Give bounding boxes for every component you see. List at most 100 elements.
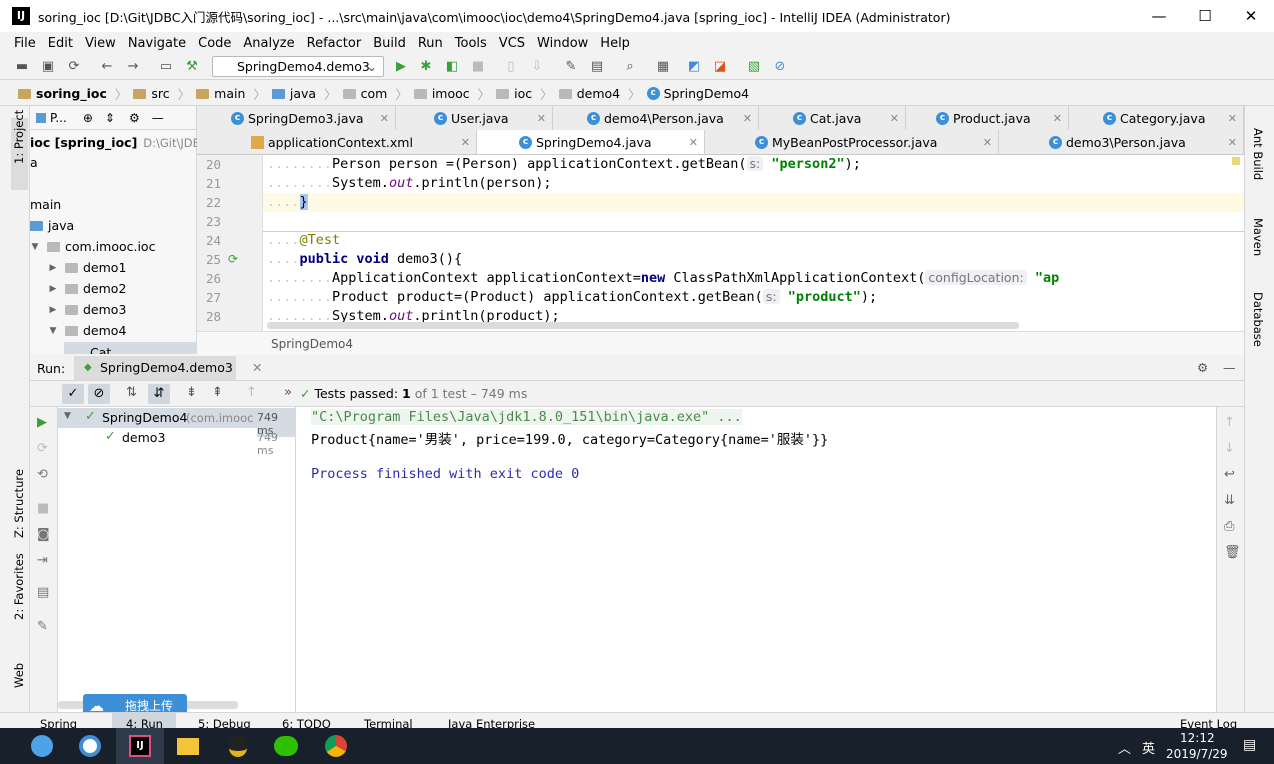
- code-editor[interactable]: 20 21 22 23 24 25 26 27 28 ⟳ ........Per…: [197, 155, 1244, 331]
- print-icon[interactable]: ⎙: [1224, 519, 1234, 534]
- chevron-right-icon[interactable]: ▶: [48, 305, 58, 315]
- intellij-taskbar-icon[interactable]: IJ: [116, 728, 164, 764]
- scroll-to-end-icon[interactable]: ⇊: [1224, 493, 1235, 508]
- download-icon[interactable]: ⇩: [529, 58, 545, 74]
- close-icon[interactable]: ✕: [1228, 136, 1237, 149]
- menu-file[interactable]: File: [14, 36, 36, 51]
- expand-all-icon[interactable]: ⇟: [186, 385, 197, 400]
- task-icon[interactable]: ▦: [655, 58, 671, 74]
- gear-icon[interactable]: ⚙: [1197, 360, 1208, 375]
- baidu-netdisk-icon[interactable]: [66, 728, 114, 764]
- menu-refactor[interactable]: Refactor: [307, 36, 362, 51]
- tool-terminal-tab[interactable]: Terminal: [364, 717, 413, 728]
- previous-icon[interactable]: ↑: [246, 385, 257, 400]
- down-arrow-icon[interactable]: ↓: [1224, 441, 1235, 456]
- tab-demo3-person[interactable]: c demo3\Person.java ✕: [999, 130, 1244, 154]
- attach-icon[interactable]: ▯: [503, 58, 519, 74]
- menu-help[interactable]: Help: [600, 36, 630, 51]
- tab-category[interactable]: c Category.java ✕: [1069, 106, 1244, 130]
- soft-wrap-icon[interactable]: ↩: [1224, 467, 1235, 482]
- close-icon[interactable]: ✕: [1053, 112, 1062, 125]
- crumb-ioc[interactable]: ioc: [496, 86, 532, 101]
- close-icon[interactable]: ✕: [537, 112, 546, 125]
- tree-row-package[interactable]: ▼ com.imooc.ioc: [30, 236, 156, 257]
- ime-indicator[interactable]: 英: [1142, 738, 1155, 757]
- tool-database-tab[interactable]: Database: [1251, 292, 1265, 347]
- activity-monitor-icon[interactable]: ▧: [746, 58, 762, 74]
- minimize-button[interactable]: —: [1136, 0, 1182, 32]
- debug-bug-icon[interactable]: ✱: [418, 58, 434, 74]
- tool-java-enterprise-tab[interactable]: Java Enterprise: [448, 717, 535, 728]
- tool-project-tab[interactable]: 1: Project: [12, 110, 26, 164]
- tree-row-demo4[interactable]: ▼ demo4: [48, 320, 127, 341]
- close-icon[interactable]: ✕: [689, 136, 698, 149]
- build-hammer-icon[interactable]: ⚒: [184, 58, 200, 74]
- horizontal-scrollbar[interactable]: [267, 322, 1019, 329]
- translate-icon[interactable]: ◩: [686, 58, 702, 74]
- chevron-right-icon[interactable]: ▶: [48, 263, 58, 273]
- notification-icon[interactable]: ▤: [1243, 737, 1256, 753]
- translate-red-icon[interactable]: ◪: [712, 58, 728, 74]
- tree-row-demo3[interactable]: ▶ demo3: [48, 299, 127, 320]
- collapse-icon[interactable]: ⇕: [105, 111, 115, 125]
- up-arrow-icon[interactable]: ↑: [1224, 415, 1235, 430]
- close-icon[interactable]: ✕: [1228, 112, 1237, 125]
- menu-run[interactable]: Run: [418, 36, 443, 51]
- run-config-tab[interactable]: ◆ SpringDemo4.demo3 ✕: [74, 356, 262, 380]
- run-icon[interactable]: ▶: [393, 58, 409, 74]
- project-structure-folder-icon[interactable]: ▤: [589, 58, 605, 74]
- run-config-select[interactable]: SpringDemo4.demo3 ⌄: [212, 56, 384, 77]
- coverage-icon[interactable]: ◧: [444, 58, 460, 74]
- tree-row-a[interactable]: a: [30, 152, 38, 173]
- camera-icon[interactable]: ◙: [37, 527, 50, 542]
- maximize-button[interactable]: ☐: [1182, 0, 1228, 32]
- chevron-down-icon[interactable]: ▼: [30, 242, 40, 252]
- wechat-icon[interactable]: [262, 728, 310, 764]
- search-icon[interactable]: ⌕: [622, 58, 638, 74]
- menu-tools[interactable]: Tools: [455, 36, 487, 51]
- clock-date[interactable]: 2019/7/29: [1166, 747, 1228, 761]
- stop-icon[interactable]: ■: [470, 58, 486, 74]
- close-icon[interactable]: ✕: [983, 136, 992, 149]
- inspection-status-icon[interactable]: [1232, 157, 1240, 165]
- project-view-select[interactable]: P...: [50, 111, 67, 125]
- close-icon[interactable]: ✕: [890, 112, 899, 125]
- collapse-all-icon[interactable]: ⇞: [212, 385, 223, 400]
- settings-wrench-icon[interactable]: ✎: [563, 58, 579, 74]
- tree-row-cat[interactable]: Cat: [64, 342, 197, 354]
- crumb-demo4[interactable]: demo4: [558, 86, 620, 101]
- crumb-java[interactable]: java: [271, 86, 316, 101]
- rerun-icon[interactable]: ▶: [37, 415, 47, 430]
- menu-edit[interactable]: Edit: [48, 36, 73, 51]
- tool-structure-tab[interactable]: Z: Structure: [12, 469, 26, 538]
- chevron-down-icon[interactable]: ▼: [64, 411, 71, 421]
- save-icon[interactable]: ▣: [40, 58, 56, 74]
- qq-icon[interactable]: [214, 728, 262, 764]
- close-icon[interactable]: ✕: [380, 112, 389, 125]
- tool-event-log-tab[interactable]: Event Log: [1180, 717, 1237, 728]
- tab-cat[interactable]: c Cat.java ✕: [759, 106, 906, 130]
- tab-applicationcontext-xml[interactable]: applicationContext.xml ✕: [197, 130, 477, 154]
- editor-breadcrumb[interactable]: SpringDemo4: [197, 331, 1244, 355]
- close-icon[interactable]: ✕: [252, 356, 262, 380]
- run-test-gutter-icon[interactable]: ⟳: [228, 252, 238, 266]
- project-structure-icon[interactable]: ▭: [158, 58, 174, 74]
- sort-duration-icon[interactable]: ⇵: [148, 384, 170, 404]
- menu-build[interactable]: Build: [373, 36, 406, 51]
- close-button[interactable]: ✕: [1228, 0, 1274, 32]
- tree-row-root[interactable]: ioc [spring_ioc] D:\Git\JDBC: [30, 132, 208, 153]
- start-button[interactable]: [18, 728, 66, 764]
- rerun-failed-icon[interactable]: ⟳: [37, 441, 48, 456]
- tab-demo4-person[interactable]: c demo4\Person.java ✕: [553, 106, 759, 130]
- tree-row-java[interactable]: java: [30, 215, 74, 236]
- tree-row-demo2[interactable]: ▶ demo2: [48, 278, 127, 299]
- stop-icon[interactable]: ■: [37, 501, 49, 516]
- tray-caret-icon[interactable]: ︿: [1118, 738, 1131, 757]
- tab-springdemo3[interactable]: c SpringDemo3.java ✕: [197, 106, 396, 130]
- import-icon[interactable]: ⇥: [37, 553, 48, 568]
- file-explorer-icon[interactable]: [164, 728, 212, 764]
- tree-row-springdemo4[interactable]: ▼ ✓ SpringDemo4 (com.imooc 749 ms: [58, 408, 296, 437]
- tool-spring-tab[interactable]: Spring: [40, 717, 77, 728]
- sync-icon[interactable]: ⟳: [66, 58, 82, 74]
- toggle-auto-test-icon[interactable]: ⟲: [37, 467, 48, 482]
